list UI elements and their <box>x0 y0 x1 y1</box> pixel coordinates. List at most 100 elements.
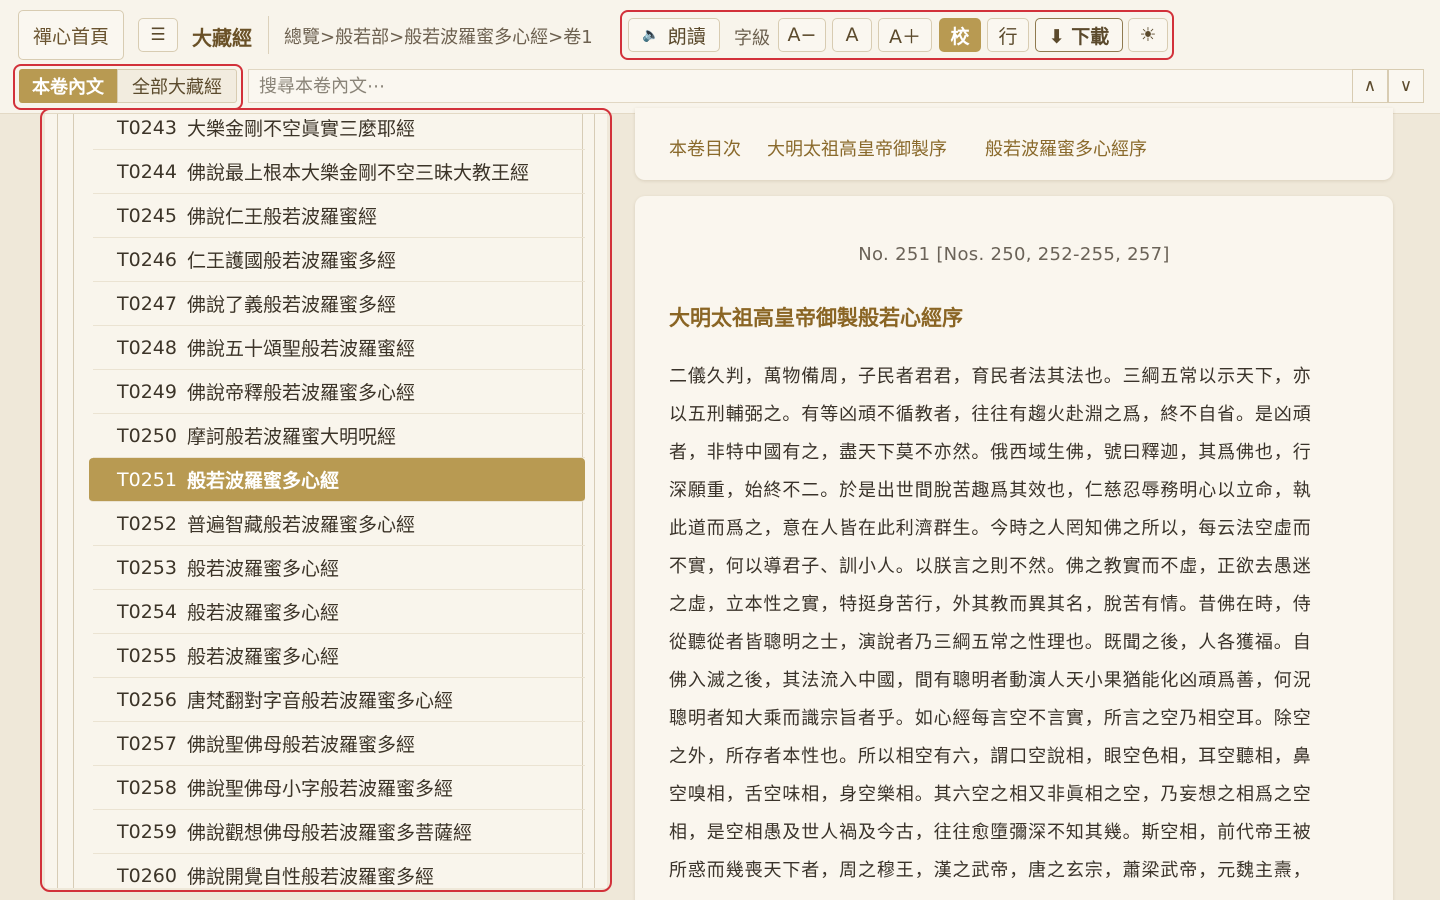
toc-link-preface-emperor[interactable]: 大明太祖高皇帝御製序 <box>767 135 947 161</box>
search-input[interactable] <box>248 69 1353 103</box>
sutra-code: T0255 <box>117 644 177 667</box>
sutra-title: 佛說五十頌聖般若波羅蜜經 <box>186 338 415 360</box>
home-button[interactable]: 禪心首頁 <box>18 10 124 60</box>
toc-label: 本卷目次 <box>669 139 741 160</box>
text-line: 之虛，立本性之實，特挺身苦行，外其教而異其名，脫苦有情。昔佛在時，侍 <box>669 594 1312 615</box>
sutra-list-item[interactable]: T0247 佛說了義般若波羅蜜多經 <box>93 282 585 326</box>
sutra-title: 摩訶般若波羅蜜大明呪經 <box>186 426 396 448</box>
sutra-code: T0243 <box>117 116 177 139</box>
sutra-list-item[interactable]: T0250 摩訶般若波羅蜜大明呪經 <box>93 414 585 458</box>
sutra-list-item[interactable]: T0249 佛說帝釋般若波羅蜜多心經 <box>93 370 585 414</box>
sutra-title: 佛說最上根本大樂金剛不空三昧大教王經 <box>186 162 529 184</box>
speaker-icon: 🔈 <box>642 27 660 43</box>
sutra-title: 佛說了義般若波羅蜜多經 <box>186 294 396 316</box>
text-line: 所惑而幾喪天下者，周之穆王，漢之武帝，唐之玄宗，蕭梁武帝，元魏主燾， <box>669 860 1312 881</box>
download-button[interactable]: ⬇ 下載 <box>1035 18 1123 52</box>
sutra-code: T0247 <box>117 292 177 315</box>
read-aloud-label: 朗讀 <box>667 25 706 48</box>
font-decrease-button[interactable]: A− <box>778 18 826 52</box>
sutra-title: 佛說開覺自性般若波羅蜜多經 <box>186 866 434 888</box>
sutra-code: T0258 <box>117 776 177 799</box>
breadcrumb[interactable]: 總覽>般若部>般若波羅蜜多心經>卷1 <box>284 23 608 49</box>
list-rail <box>594 114 595 888</box>
sutra-list-item[interactable]: T0259 佛說觀想佛母般若波羅蜜多菩薩經 <box>93 810 585 854</box>
sutra-code: T0250 <box>117 424 177 447</box>
theme-toggle-icon[interactable]: ☀ <box>1128 18 1168 52</box>
sutra-list-item[interactable]: T0253 般若波羅蜜多心經 <box>93 546 585 590</box>
text-line: 相，是空相愚及世人禍及今古，往往愈墮彌深不知其幾。斯空相，前代帝王被 <box>669 822 1312 843</box>
sutra-code: T0246 <box>117 248 177 271</box>
section-title: 大明太祖高皇帝御製般若心經序 <box>669 306 963 330</box>
text-line: 之外，所存者本性也。所以相空有六，謂口空說相，眼空色相，耳空聽相，鼻 <box>669 746 1312 767</box>
sutra-title: 普遍智藏般若波羅蜜多心經 <box>186 514 415 536</box>
sutra-code: T0256 <box>117 688 177 711</box>
search-next-button[interactable]: ∨ <box>1388 69 1424 103</box>
sutra-code: T0254 <box>117 600 177 623</box>
scope-all-canon-tab[interactable]: 全部大藏經 <box>117 69 237 103</box>
collate-button[interactable]: 校 <box>939 18 981 52</box>
sutra-title: 佛說仁王般若波羅蜜經 <box>186 206 377 228</box>
sutra-code: T0259 <box>117 820 177 843</box>
sutra-list-item[interactable]: T0245 佛說仁王般若波羅蜜經 <box>93 194 585 238</box>
sutra-list-item[interactable]: T0252 普遍智藏般若波羅蜜多心經 <box>93 502 585 546</box>
sutra-title: 佛說觀想佛母般若波羅蜜多菩薩經 <box>186 822 472 844</box>
font-increase-button[interactable]: A＋ <box>878 18 932 52</box>
sutra-list-item[interactable]: T0251 般若波羅蜜多心經 <box>89 458 585 502</box>
sutra-title: 佛說聖佛母小字般若波羅蜜多經 <box>186 778 453 800</box>
sutra-content: No. 251 [Nos. 250, 252-255, 257] 大明太祖高皇帝… <box>635 196 1393 900</box>
text-line: 二儀久判，萬物備周，子民者君君，育民者法其法也。三綱五常以示天下，亦 <box>669 366 1312 387</box>
list-rail <box>57 114 58 888</box>
scope-current-volume-tab[interactable]: 本卷內文 <box>19 69 117 103</box>
sutra-list-item[interactable]: T0256 唐梵翻對字音般若波羅蜜多心經 <box>93 678 585 722</box>
text-line: 空嗅相，舌空味相，身空樂相。其六空之相又非眞相之空，乃妄想之相爲之空 <box>669 784 1312 805</box>
toc-link-preface-sutra[interactable]: 般若波羅蜜多心經序 <box>985 135 1147 161</box>
list-rail <box>73 114 74 888</box>
text-line: 深願重，始終不二。於是出世間脫苦趣爲其效也，仁慈忍辱務明心以立命，執 <box>669 480 1312 501</box>
sutra-list-panel: T0243 大樂金剛不空眞實三麼耶經 T0244 佛說最上根本大樂金剛不空三昧大教王經… <box>45 114 607 888</box>
document-number: No. 251 [Nos. 250, 252-255, 257] <box>858 244 1170 265</box>
sutra-list-item[interactable]: T0248 佛說五十頌聖般若波羅蜜經 <box>93 326 585 370</box>
font-reset-button[interactable]: A <box>832 18 872 52</box>
sutra-list-item[interactable]: T0244 佛說最上根本大樂金剛不空三昧大教王經 <box>93 150 585 194</box>
sutra-title: 佛說聖佛母般若波羅蜜多經 <box>186 734 415 756</box>
sutra-list-item[interactable]: T0255 般若波羅蜜多心經 <box>93 634 585 678</box>
sutra-title: 般若波羅蜜多心經 <box>186 646 339 668</box>
text-line: 不實，何以導君子、訓小人。以朕言之則不然。佛之教實而不虛，正欲去愚迷 <box>669 556 1312 577</box>
read-aloud-button[interactable]: 🔈 朗讀 <box>628 18 720 52</box>
sutra-title: 般若波羅蜜多心經 <box>186 558 339 580</box>
sutra-list-item[interactable]: T0254 般若波羅蜜多心經 <box>93 590 585 634</box>
app-title[interactable]: 大藏經 <box>192 22 252 51</box>
sutra-list-item[interactable]: T0260 佛說開覺自性般若波羅蜜多經 <box>93 854 585 889</box>
toolbar-divider <box>268 16 269 54</box>
text-line: 聰明者知大乘而識宗旨者乎。如心經每言空不言實，所言之空乃相空耳。除空 <box>669 708 1312 729</box>
text-line: 此道而爲之，意在人皆在此利濟群生。今時之人罔知佛之所以，每云法空虛而 <box>669 518 1312 539</box>
text-line: 從聽從者皆聰明之士，演說者乃三綱五常之性理也。既聞之後，人各獲福。自 <box>669 632 1312 653</box>
text-line: 以五刑輔弼之。有等凶頑不循教者，往往有趨火赴淵之爲，終不自省。是凶頑 <box>669 404 1312 425</box>
sutra-code: T0244 <box>117 160 177 183</box>
sutra-code: T0252 <box>117 512 177 535</box>
sutra-title: 仁王護國般若波羅蜜多經 <box>186 250 396 272</box>
sutra-code: T0249 <box>117 380 177 403</box>
sutra-code: T0253 <box>117 556 177 579</box>
search-prev-button[interactable]: ∧ <box>1352 69 1388 103</box>
volume-toc: 本卷目次 大明太祖高皇帝御製序 般若波羅蜜多心經序 <box>635 108 1393 180</box>
sutra-title: 般若波羅蜜多心經 <box>186 470 339 492</box>
sutra-list-item[interactable]: T0246 仁王護國般若波羅蜜多經 <box>93 238 585 282</box>
text-line: 者，非特中國有之，盡天下莫不亦然。俄西域生佛，號曰釋迦，其爲佛也，行 <box>669 442 1312 463</box>
sutra-title: 唐梵翻對字音般若波羅蜜多心經 <box>186 690 453 712</box>
sutra-list-item[interactable]: T0257 佛說聖佛母般若波羅蜜多經 <box>93 722 585 766</box>
sutra-list-item[interactable]: T0258 佛說聖佛母小字般若波羅蜜多經 <box>93 766 585 810</box>
sutra-code: T0251 <box>117 468 177 491</box>
sutra-code: T0248 <box>117 336 177 359</box>
text-line: 佛入滅之後，其法流入中國，間有聰明者動演人天小果猶能化凶頑爲善，何況 <box>669 670 1312 691</box>
sutra-list-item[interactable]: T0243 大樂金剛不空眞實三麼耶經 <box>93 114 585 150</box>
font-size-label: 字級 <box>734 28 770 49</box>
top-toolbar: 禪心首頁 ☰ 大藏經 總覽>般若部>般若波羅蜜多心經>卷1 🔈 朗讀 字級 A−… <box>0 0 1440 114</box>
menu-icon[interactable]: ☰ <box>138 18 178 52</box>
sutra-title: 大樂金剛不空眞實三麼耶經 <box>186 118 415 140</box>
sutra-code: T0257 <box>117 732 177 755</box>
sutra-title: 般若波羅蜜多心經 <box>186 602 339 624</box>
sutra-code: T0260 <box>117 864 177 887</box>
line-mode-button[interactable]: 行 <box>987 18 1029 52</box>
sutra-title: 佛說帝釋般若波羅蜜多心經 <box>186 382 415 404</box>
